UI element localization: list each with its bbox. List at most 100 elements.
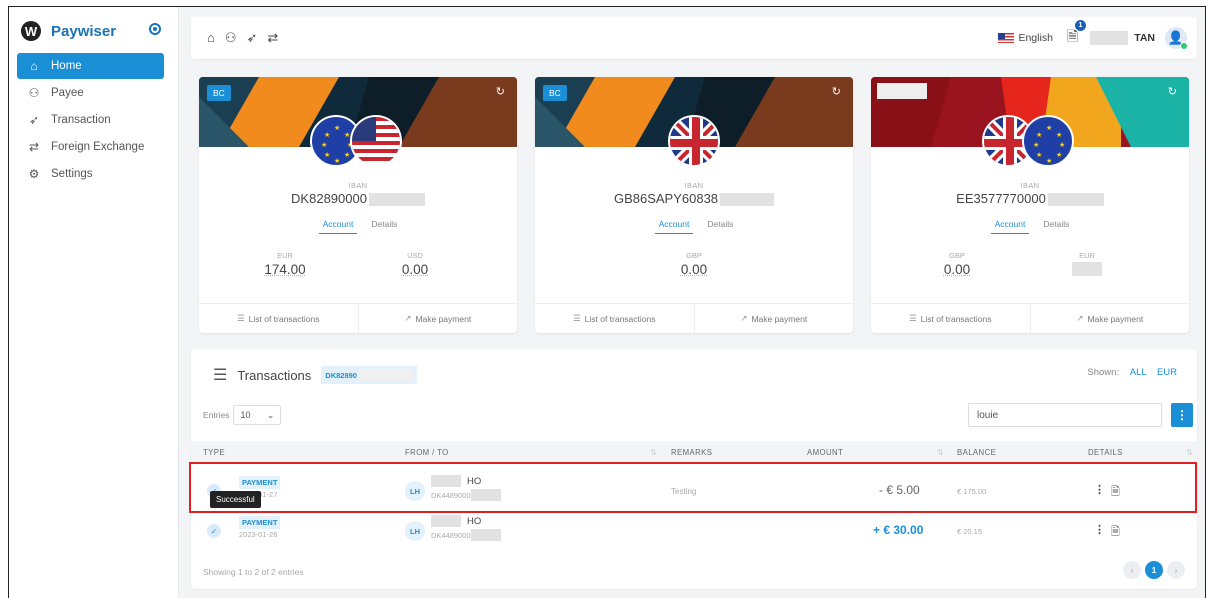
sidebar-nav: ⌂ Home ⚇ Payee ➶ Transaction ⇄ Foreign E… [17, 53, 164, 188]
svg-text:★: ★ [324, 131, 330, 139]
brand[interactable]: W Paywiser [21, 21, 116, 41]
tab-details[interactable]: Details [1043, 219, 1069, 234]
currency-flags: ★ ★ ★ ★ ★ ★ ★ ★ [982, 115, 1078, 171]
transactions-header: ☰ Transactions DK82890 [213, 365, 417, 385]
language-selector[interactable]: English [1018, 32, 1052, 44]
row-menu-icon[interactable]: ⋮ [1094, 523, 1105, 536]
refresh-icon[interactable]: ↻ [1168, 85, 1177, 98]
eu-flag-icon: ★ ★ ★ ★ ★ ★ ★ ★ [1022, 115, 1074, 167]
sidebar-item-payee[interactable]: ⚇ Payee [17, 80, 164, 106]
iban-label: IBAN [1020, 181, 1040, 190]
balance-usd: USD 0.00 [401, 251, 429, 277]
tab-details[interactable]: Details [707, 219, 733, 234]
document-icon[interactable]: 🗎 [1111, 483, 1120, 502]
svg-text:★: ★ [1046, 157, 1052, 165]
exchange-icon[interactable]: ⇄ [267, 30, 278, 46]
send-icon[interactable]: ➶ [247, 30, 258, 46]
column-amount[interactable]: AMOUNT [807, 448, 843, 457]
sidebar-item-transaction[interactable]: ➶ Transaction [17, 107, 164, 133]
from-to-cell: HO DK4489000 [431, 475, 501, 501]
users-icon[interactable]: ⚇ [225, 30, 237, 46]
sidebar-item-foreign-exchange[interactable]: ⇄ Foreign Exchange [17, 134, 164, 160]
pagination: ‹ 1 › [1123, 561, 1185, 579]
make-payment-button[interactable]: ↗ Make payment [357, 304, 518, 333]
table-row[interactable]: ✓ PAYMENT 2023-01-26 LH HO DK4489000 + €… [191, 511, 1197, 549]
make-payment-button[interactable]: ↗ Make payment [1029, 304, 1190, 333]
refresh-icon[interactable]: ↻ [496, 85, 505, 98]
list-icon: ☰ [237, 313, 245, 323]
list-transactions-button[interactable]: ☰ List of transactions [199, 304, 358, 333]
sidebar-toggle-icon[interactable] [149, 23, 161, 35]
chevron-down-icon: ⌄ [266, 409, 275, 420]
list-icon: ☰ [213, 367, 228, 384]
remarks: Testing [671, 487, 697, 496]
tab-account[interactable]: Account [318, 219, 358, 234]
status-success-icon[interactable]: ✓ [207, 524, 221, 538]
sort-icon[interactable]: ⇅ [1186, 448, 1193, 457]
card-footer: ☰ List of transactions ↗ Make payment [199, 303, 517, 333]
more-options-button[interactable]: ⋮ [1171, 403, 1193, 427]
sidebar-item-label: Payee [51, 87, 84, 99]
user-name[interactable]: TAN [1134, 32, 1155, 44]
document-icon[interactable]: 🗎 [1111, 523, 1120, 542]
balance-eur: EUR [1047, 251, 1127, 281]
shown-all-link[interactable]: ALL [1130, 367, 1147, 378]
iban-label: IBAN [348, 181, 368, 190]
avatar[interactable]: 👤 [1165, 27, 1188, 50]
iban-value: GB86SAPY60838 [535, 191, 853, 207]
notifications-icon[interactable]: 🗎 1 [1067, 20, 1086, 50]
app-window: W Paywiser ⌂ Home ⚇ Payee ➶ Transaction … [8, 6, 1206, 598]
tab-account[interactable]: Account [654, 219, 694, 234]
card-tabs: Account Details [535, 219, 853, 234]
currency-flags [646, 115, 742, 171]
iban-label: IBAN [684, 181, 704, 190]
column-type[interactable]: TYPE [203, 448, 225, 457]
page-button[interactable]: 1 [1145, 561, 1163, 579]
amount: - € 5.00 [879, 483, 920, 497]
make-payment-button[interactable]: ↗ Make payment [693, 304, 854, 333]
column-details[interactable]: DETAILS [1088, 448, 1123, 457]
svg-text:★: ★ [1046, 124, 1052, 132]
sort-icon[interactable]: ⇅ [937, 448, 944, 457]
list-transactions-button[interactable]: ☰ List of transactions [871, 304, 1030, 333]
type-badge: PAYMENT [239, 476, 281, 489]
amount: + € 30.00 [873, 523, 924, 537]
payee-initials: LH [405, 521, 425, 541]
shown-eur-link[interactable]: EUR [1157, 367, 1177, 378]
list-icon: ☰ [909, 313, 917, 323]
prev-page-button[interactable]: ‹ [1123, 561, 1141, 579]
svg-text:★: ★ [1033, 141, 1039, 149]
column-balance[interactable]: BALANCE [957, 448, 996, 457]
balance: € 175.00 [957, 487, 987, 496]
row-menu-icon[interactable]: ⋮ [1094, 483, 1105, 496]
list-transactions-button[interactable]: ☰ List of transactions [535, 304, 694, 333]
currency-flags: ★ ★ ★ ★ ★ ★ ★ ★ [310, 115, 406, 171]
sort-icon[interactable]: ⇅ [650, 448, 657, 457]
status-tooltip: Successful [210, 491, 261, 508]
search-input[interactable] [968, 403, 1162, 427]
next-page-button[interactable]: › [1167, 561, 1185, 579]
column-remarks[interactable]: REMARKS [671, 448, 712, 457]
refresh-icon[interactable]: ↻ [832, 85, 841, 98]
svg-text:★: ★ [321, 141, 327, 149]
sidebar-item-home[interactable]: ⌂ Home [17, 53, 164, 79]
tab-account[interactable]: Account [990, 219, 1030, 234]
uk-flag-icon [668, 115, 720, 167]
brand-name: Paywiser [51, 22, 117, 40]
sidebar-item-settings[interactable]: ⚙ Settings [17, 161, 164, 187]
send-icon: ➶ [28, 113, 40, 127]
shown-label: Shown: [1087, 367, 1120, 378]
home-icon[interactable]: ⌂ [207, 30, 215, 46]
redacted-badge [877, 83, 927, 99]
card-footer: ☰ List of transactions ↗ Make payment [871, 303, 1189, 333]
svg-text:★: ★ [1056, 151, 1062, 159]
account-card-gbp: BC ↻ IBAN GB86SAPY60838 Account Details … [535, 77, 853, 333]
account-chip: DK82890 [321, 366, 417, 384]
tab-details[interactable]: Details [371, 219, 397, 234]
balance-eur: EUR 174.00 [264, 251, 306, 277]
column-from-to[interactable]: FROM / TO [405, 448, 449, 457]
card-badge: BC [543, 85, 567, 101]
entries-select[interactable]: 10 ⌄ [233, 405, 282, 425]
table-row[interactable]: ✓ PAYMENT 2023-01-27 LH HO DK4489000 Tes… [191, 471, 1197, 509]
balance-gbp: GBP 0.00 [943, 251, 971, 277]
